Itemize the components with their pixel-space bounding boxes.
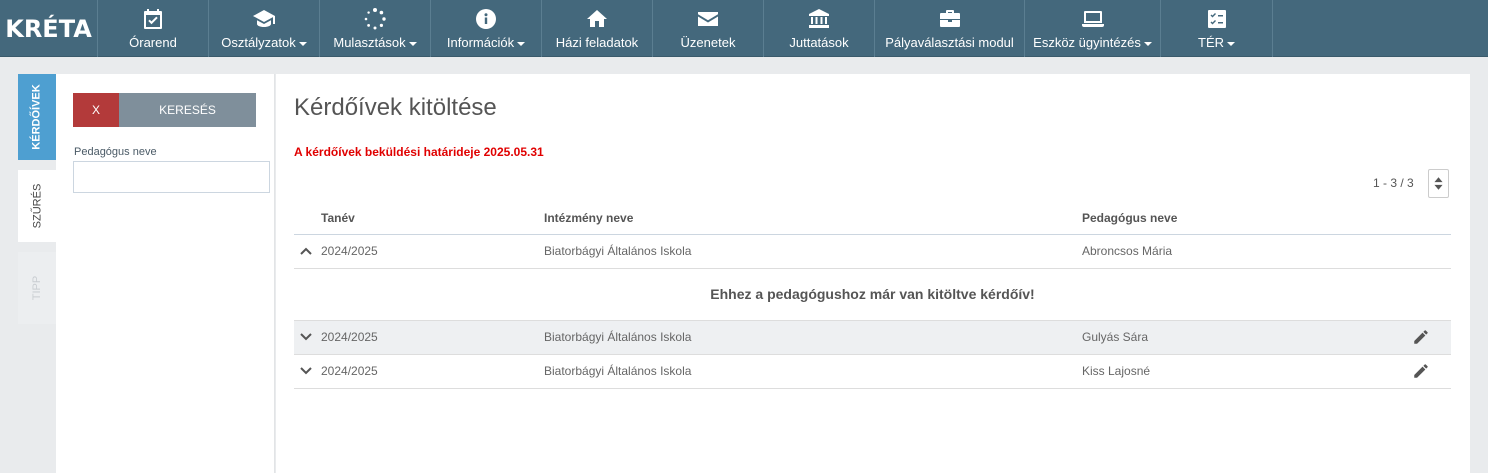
envelope-icon (698, 12, 718, 26)
nav-osztalyzatok[interactable]: Osztályzatok (209, 0, 320, 57)
main-content: Kérdőívek kitöltése A kérdőívek beküldés… (276, 74, 1470, 473)
kreta-logo[interactable]: KRÉTA (0, 0, 98, 57)
tab-tipp-label: TIPP (30, 275, 43, 301)
pencil-icon (1414, 364, 1428, 378)
header-intezmeny[interactable]: Intézmény neve (544, 202, 1082, 235)
calendar-check-icon (144, 9, 162, 29)
cell-tanev: 2024/2025 (321, 234, 544, 269)
cell-intezmeny: Biatorbágyi Általános Iskola (544, 320, 1082, 355)
expand-toggle[interactable] (294, 234, 321, 269)
search-button[interactable]: KERESÉS (119, 93, 256, 127)
nav-label-osztalyzatok: Osztályzatok (221, 35, 296, 50)
nav-label-orarend: Órarend (129, 35, 177, 50)
nav-informaciok[interactable]: Információk (431, 0, 542, 57)
laptop-icon (1081, 11, 1104, 27)
deadline-notice: A kérdőívek beküldési határideje 2025.05… (294, 145, 544, 159)
cell-intezmeny: Biatorbágyi Általános Iskola (544, 234, 1082, 269)
nav-hazi-feladatok[interactable]: Házi feladatok (542, 0, 653, 57)
spinner-dots-icon (364, 8, 386, 30)
table-row[interactable]: 2024/2025 Biatorbágyi Általános Iskola K… (294, 354, 1451, 389)
checklist-icon (1207, 10, 1226, 28)
nav-label-hazi-feladatok: Házi feladatok (555, 35, 639, 50)
chevron-down-icon (300, 333, 312, 341)
info-circle-icon (476, 9, 496, 29)
nav-label-juttatasok: Juttatások (789, 35, 849, 50)
tab-szures[interactable]: SZŰRÉS (18, 170, 56, 242)
cell-pedagogus: Gulyás Sára (1082, 320, 1412, 355)
nav-juttatasok[interactable]: Juttatások (764, 0, 875, 57)
tab-kerdoivek-label: KÉRDŐÍVEK (31, 84, 43, 150)
graduation-cap-icon (253, 10, 275, 27)
chevron-up-icon (300, 247, 312, 255)
tab-szures-label: SZŰRÉS (31, 183, 43, 229)
nav-label-uzenetek: Üzenetek (680, 35, 736, 50)
sort-button[interactable] (1428, 169, 1449, 198)
header-actions (1412, 202, 1451, 235)
teacher-name-label: Pedagógus neve (74, 146, 157, 158)
nav-palyavalasztasi-modul[interactable]: Pályaválasztási modul (875, 0, 1025, 57)
nav-orarend[interactable]: Órarend (98, 0, 209, 57)
header-pedagogus[interactable]: Pedagógus neve (1082, 202, 1412, 235)
page-title: Kérdőívek kitöltése (294, 94, 497, 121)
home-icon (587, 10, 607, 27)
cell-pedagogus: Kiss Lajosné (1082, 354, 1412, 389)
filter-panel: X KERESÉS Pedagógus neve (56, 74, 275, 473)
table-row[interactable]: 2024/2025 Biatorbágyi Általános Iskola G… (294, 320, 1451, 355)
expanded-detail-row: Ehhez a pedagógushoz már van kitöltve ké… (294, 268, 1451, 321)
table-row[interactable]: 2024/2025 Biatorbágyi Általános Iskola A… (294, 234, 1451, 269)
bank-icon (809, 9, 829, 28)
nav-label-mulasztasok: Mulasztások (333, 35, 406, 50)
already-filled-message: Ehhez a pedagógushoz már van kitöltve ké… (294, 268, 1451, 321)
edit-button[interactable] (1412, 354, 1451, 389)
nav-mulasztasok[interactable]: Mulasztások (320, 0, 431, 57)
nav-label-palyavalasztasi-modul: Pályaválasztási modul (885, 35, 1014, 50)
questionnaire-table: Tanév Intézmény neve Pedagógus neve 2024… (294, 202, 1451, 389)
clear-filter-button[interactable]: X (73, 93, 119, 127)
side-tab-strip: KÉRDŐÍVEK SZŰRÉS TIPP (18, 74, 56, 324)
chevron-down-icon (517, 41, 526, 46)
briefcase-icon (939, 10, 960, 27)
sort-icon (1434, 177, 1443, 190)
chevron-down-icon (408, 41, 417, 46)
cell-pedagogus: Abroncsos Mária (1082, 234, 1412, 269)
cell-actions (1412, 234, 1451, 269)
header-expand (294, 202, 321, 235)
tab-tipp[interactable]: TIPP (18, 252, 56, 324)
nav-ter[interactable]: TÉR (1161, 0, 1273, 57)
edit-button[interactable] (1412, 320, 1451, 355)
nav-label-informaciok: Információk (446, 35, 515, 50)
chevron-down-icon (300, 367, 312, 375)
cell-tanev: 2024/2025 (321, 320, 544, 355)
cell-intezmeny: Biatorbágyi Általános Iskola (544, 354, 1082, 389)
chevron-down-icon (1143, 41, 1152, 46)
nav-label-eszkoz-ugyintezes: Eszköz ügyintézés (1033, 35, 1141, 50)
nav-eszkoz-ugyintezes[interactable]: Eszköz ügyintézés (1025, 0, 1161, 57)
header-tanev[interactable]: Tanév (321, 202, 544, 235)
chevron-down-icon (1227, 41, 1235, 46)
teacher-name-input[interactable] (73, 161, 270, 193)
top-navbar: KRÉTA Órarend Osztályzatok Mulasztások I… (0, 0, 1488, 57)
expand-toggle[interactable] (294, 320, 321, 355)
tab-kerdoivek[interactable]: KÉRDŐÍVEK (18, 74, 56, 160)
nav-uzenetek[interactable]: Üzenetek (653, 0, 764, 57)
logo-text: KRÉTA (5, 14, 92, 43)
nav-label-ter: TÉR (1198, 35, 1224, 50)
pencil-icon (1414, 330, 1428, 344)
table-header-row: Tanév Intézmény neve Pedagógus neve (294, 202, 1451, 235)
chevron-down-icon (298, 41, 307, 46)
cell-tanev: 2024/2025 (321, 354, 544, 389)
pager-info: 1 - 3 / 3 (1373, 176, 1414, 190)
expand-toggle[interactable] (294, 354, 321, 389)
